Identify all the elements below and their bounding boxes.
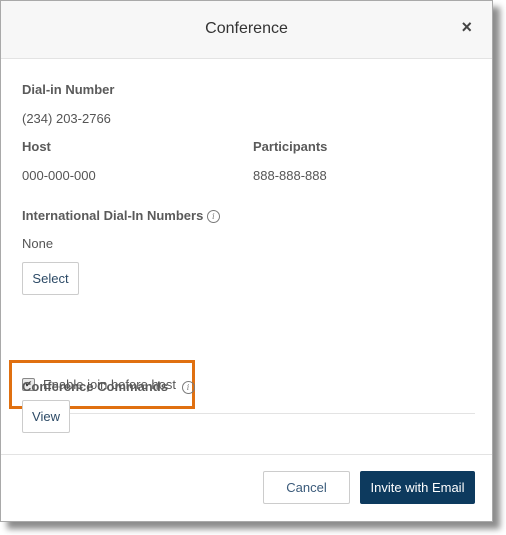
dialog-footer: Cancel Invite with Email — [1, 454, 492, 521]
dialog-body: Dial-in Number (234) 203-2766 Host 000-0… — [1, 59, 492, 455]
participants-value: 888-888-888 — [253, 168, 327, 183]
host-label: Host — [22, 139, 51, 154]
close-icon[interactable]: × — [461, 18, 472, 36]
commands-label: Conference Commands i — [22, 379, 195, 394]
host-value: 000-000-000 — [22, 168, 96, 183]
info-icon[interactable]: i — [206, 210, 220, 223]
dial-in-label: Dial-in Number — [22, 82, 115, 97]
dialog-header: Conference × — [1, 1, 492, 59]
divider — [22, 413, 475, 414]
info-icon[interactable]: i — [181, 381, 195, 394]
international-value: None — [22, 236, 54, 251]
view-button[interactable]: View — [22, 400, 70, 433]
dial-in-value: (234) 203-2766 — [22, 111, 111, 126]
cancel-button[interactable]: Cancel — [263, 471, 350, 504]
commands-label-text: Conference Commands — [22, 379, 168, 394]
international-label-text: International Dial-In Numbers — [22, 208, 204, 223]
conference-dialog: Conference × Dial-in Number (234) 203-27… — [0, 0, 493, 522]
select-button[interactable]: Select — [22, 262, 79, 295]
invite-with-email-button[interactable]: Invite with Email — [360, 471, 475, 504]
international-label: International Dial-In Numbers i — [22, 208, 220, 223]
participants-label: Participants — [253, 139, 328, 154]
dialog-title: Conference — [205, 20, 288, 37]
